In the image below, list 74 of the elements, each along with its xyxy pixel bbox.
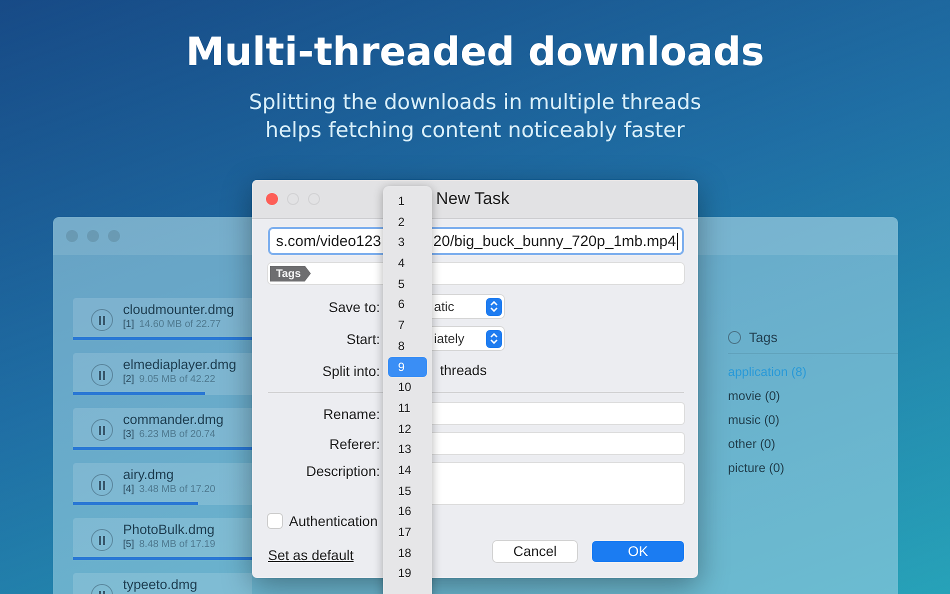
cancel-button[interactable]: Cancel: [493, 540, 577, 562]
menu-item[interactable]: 13: [388, 439, 427, 460]
menu-item[interactable]: 6: [388, 294, 427, 316]
menu-item[interactable]: 3: [388, 232, 427, 254]
file-name: PhotoBulk.dmg: [123, 522, 216, 538]
download-size: 14.60 MB of 22.77: [139, 318, 221, 332]
window-control-icon[interactable]: [87, 230, 99, 242]
headline: Multi-threaded downloads: [186, 30, 764, 76]
pause-icon[interactable]: [91, 309, 113, 331]
field-label: Split into:: [321, 362, 380, 378]
file-name: airy.dmg: [123, 467, 175, 483]
field-label: Start:: [346, 330, 380, 346]
download-size: 8.48 MB of 17.19: [139, 538, 216, 552]
url-text: s.com/video123: [276, 232, 382, 250]
tag-item[interactable]: movie (0): [728, 384, 898, 408]
field-label: Save to:: [328, 298, 380, 314]
stepper-icon[interactable]: [486, 330, 502, 348]
checkbox[interactable]: [268, 514, 282, 528]
menu-item[interactable]: 11: [388, 398, 427, 419]
menu-item[interactable]: 14: [388, 460, 427, 481]
download-card[interactable]: cloudmounter.dmg [1] 14.60 MB of 22.77: [73, 298, 252, 340]
menu-item[interactable]: 17: [388, 522, 427, 543]
download-index: [1]: [123, 318, 134, 332]
file-name: elmediaplayer.dmg: [123, 357, 236, 373]
menu-item[interactable]: 19: [388, 563, 427, 584]
subtitle-line: Splitting the downloads in multiple threads: [248, 89, 702, 116]
download-card[interactable]: PhotoBulk.dmg [5] 8.48 MB of 17.19: [73, 518, 252, 560]
download-index: [2]: [123, 373, 134, 387]
menu-item[interactable]: 16: [388, 501, 427, 522]
window-control-icon[interactable]: [108, 230, 120, 242]
download-index: [3]: [123, 428, 134, 442]
tags-heading: Tags: [749, 330, 778, 345]
menu-item[interactable]: 10: [388, 377, 427, 398]
pause-icon[interactable]: [91, 419, 113, 441]
download-index: [4]: [123, 483, 134, 497]
field-label: Rename:: [322, 406, 380, 422]
set-default-link[interactable]: Set as default: [268, 547, 354, 563]
download-size: 9.05 MB of 42.22: [139, 373, 216, 387]
pause-icon[interactable]: [91, 364, 113, 386]
dropdown-value: atic: [434, 299, 454, 314]
window-control-icon[interactable]: [66, 230, 78, 242]
menu-item[interactable]: 12: [388, 418, 427, 440]
threads-label: threads: [440, 361, 487, 380]
download-size: 6.23 MB of 20.74: [139, 428, 216, 442]
pause-icon[interactable]: [91, 474, 113, 496]
download-index: [5]: [123, 538, 134, 552]
ok-button[interactable]: OK: [592, 540, 684, 562]
file-name: commander.dmg: [123, 412, 224, 428]
file-name: cloudmounter.dmg: [123, 302, 234, 318]
file-name: typeeto.dmg: [123, 577, 198, 593]
tag-label: Tags: [270, 266, 311, 282]
field-label: Referer:: [328, 436, 380, 452]
checkbox-label: Authentication: [289, 513, 378, 529]
text-cursor: [677, 232, 678, 250]
menu-item[interactable]: 18: [388, 542, 427, 564]
download-size: 3.48 MB of 17.20: [139, 483, 216, 497]
menu-item[interactable]: 1: [388, 191, 427, 212]
toggle-icon[interactable]: [728, 331, 741, 344]
stepper-icon[interactable]: [486, 298, 502, 316]
dropdown-value: iately: [434, 331, 464, 346]
menu-item[interactable]: 15: [388, 480, 427, 502]
download-card[interactable]: typeeto.dmg: [73, 573, 252, 594]
download-card[interactable]: airy.dmg [4] 3.48 MB of 17.20: [73, 463, 252, 505]
dialog-title: New Task: [436, 189, 510, 209]
download-card[interactable]: elmediaplayer.dmg [2] 9.05 MB of 42.22: [73, 353, 252, 395]
close-icon[interactable]: [266, 193, 278, 205]
field-label: Description:: [305, 463, 380, 479]
download-card[interactable]: commander.dmg [3] 6.23 MB of 20.74: [73, 408, 252, 450]
pause-icon[interactable]: [91, 529, 113, 551]
tag-item[interactable]: other (0): [728, 432, 898, 456]
tag-item[interactable]: music (0): [728, 408, 898, 432]
url-text: 20/big_buck_bunny_720p_1mb.mp4: [433, 232, 676, 250]
tag-item[interactable]: picture (0): [728, 456, 898, 480]
subtitle-line: helps fetching content noticeably faster: [265, 117, 685, 144]
